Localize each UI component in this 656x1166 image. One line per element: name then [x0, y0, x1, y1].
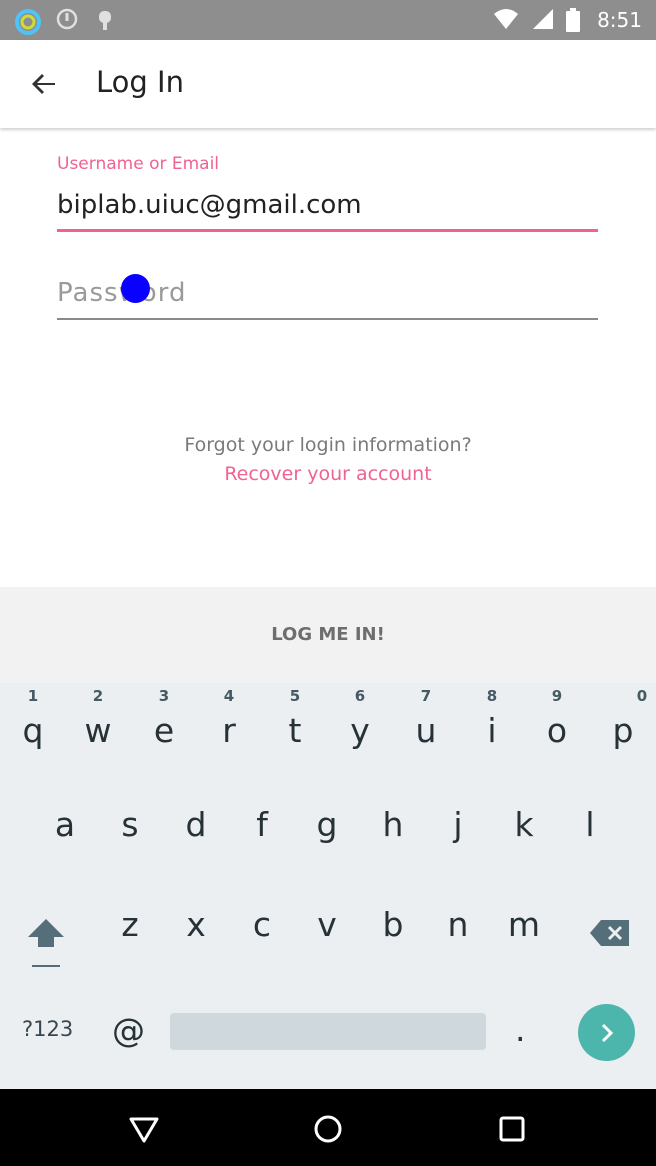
key-v[interactable]: v: [297, 885, 357, 945]
status-bar: 8:51: [0, 0, 656, 40]
key-r[interactable]: 4r: [199, 683, 259, 750]
key-c[interactable]: c: [232, 885, 292, 945]
key-b[interactable]: b: [363, 885, 423, 945]
arrow-back-icon[interactable]: [24, 64, 64, 104]
key-f[interactable]: f: [232, 785, 292, 845]
key-period[interactable]: .: [515, 1010, 526, 1049]
chevron-right-icon: [601, 1023, 614, 1043]
keyboard-row-2: a s d f g h j k l: [0, 785, 656, 845]
system-nav-bar: [0, 1089, 656, 1166]
key-y[interactable]: 6y: [330, 683, 390, 750]
home-circle-icon[interactable]: [312, 1113, 344, 1145]
info-circle-icon: [56, 8, 78, 30]
username-label: Username or Email: [57, 154, 220, 174]
spacebar[interactable]: [170, 1013, 486, 1050]
key-d[interactable]: d: [166, 785, 226, 845]
key-g[interactable]: g: [297, 785, 357, 845]
key-j[interactable]: j: [428, 785, 488, 845]
login-button[interactable]: LOG ME IN!: [0, 587, 656, 683]
key-u[interactable]: 7u: [396, 683, 456, 750]
password-underline: [57, 318, 598, 320]
clock: 8:51: [597, 8, 642, 32]
key-w[interactable]: 2w: [68, 683, 128, 750]
forgot-prompt: Forgot your login information?: [184, 434, 472, 456]
key-h[interactable]: h: [363, 785, 423, 845]
signal-icon: [533, 9, 553, 29]
symbols-key[interactable]: ?123: [22, 1017, 73, 1041]
key-o[interactable]: 9o: [527, 683, 587, 750]
app-bar: Log In: [0, 40, 656, 128]
battery-icon: [566, 8, 580, 32]
page-title: Log In: [96, 65, 184, 99]
touch-indicator: [121, 274, 150, 303]
key-i[interactable]: 8i: [462, 683, 522, 750]
back-triangle-icon[interactable]: [128, 1113, 160, 1145]
key-p[interactable]: 0p: [592, 683, 654, 750]
android-debug-icon: [99, 11, 111, 30]
login-bar: LOG ME IN!: [0, 587, 656, 683]
soft-keyboard: 1q 2w 3e 4r 5t 6y 7u 8i 9o 0p a s d f g …: [0, 683, 656, 1089]
key-x[interactable]: x: [166, 885, 226, 945]
recents-square-icon[interactable]: [496, 1113, 528, 1145]
key-z[interactable]: z: [100, 885, 160, 945]
key-m[interactable]: m: [494, 885, 554, 945]
key-t[interactable]: 5t: [265, 683, 325, 750]
recover-account-link[interactable]: Recover your account: [0, 463, 656, 485]
shift-icon[interactable]: [24, 915, 68, 971]
username-underline: [57, 229, 598, 232]
key-at[interactable]: @: [112, 1011, 145, 1050]
key-a[interactable]: a: [35, 785, 95, 845]
key-n[interactable]: n: [428, 885, 488, 945]
key-e[interactable]: 3e: [134, 683, 194, 750]
backspace-icon[interactable]: [589, 918, 631, 948]
key-s[interactable]: s: [100, 785, 160, 845]
keyboard-row-1: 1q 2w 3e 4r 5t 6y 7u 8i 9o 0p: [0, 683, 656, 750]
wifi-icon: [494, 9, 518, 29]
circle-app-icon: [15, 9, 41, 35]
go-button[interactable]: [578, 1004, 635, 1061]
key-l[interactable]: l: [560, 785, 620, 845]
keyboard-row-3: z x c v b n m: [0, 885, 656, 967]
key-q[interactable]: 1q: [3, 683, 63, 750]
username-input[interactable]: biplab.uiuc@gmail.com: [57, 190, 362, 220]
key-k[interactable]: k: [494, 785, 554, 845]
